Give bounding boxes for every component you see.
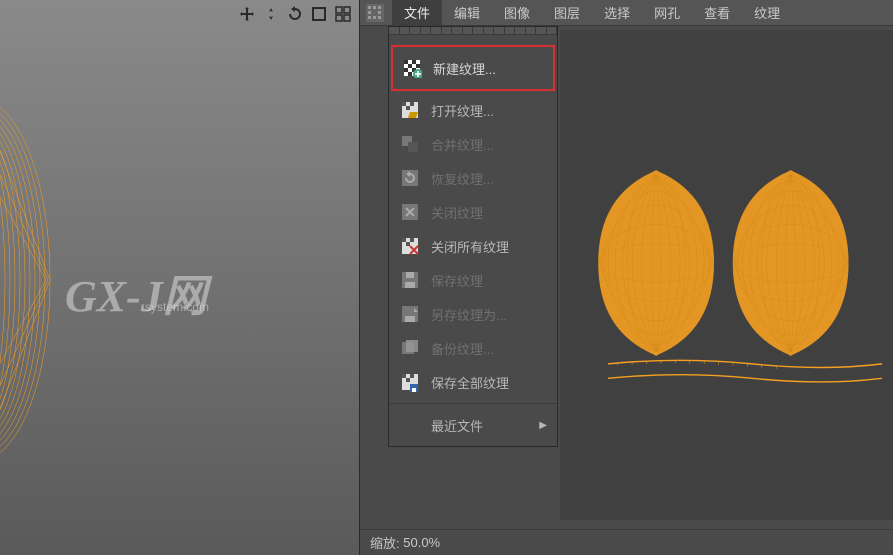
close-all-icon — [399, 235, 421, 257]
menu-item-label: 关闭纹理 — [431, 203, 483, 222]
file-dropdown-menu: 新建纹理... 打开纹理... 合并纹理... 恢复纹理... 关闭纹理关闭所有纹理保存… — [388, 26, 558, 447]
backup-texture-icon — [399, 337, 421, 359]
save-texture-icon — [399, 269, 421, 291]
menu-item-merge-texture: 合并纹理... — [389, 127, 557, 161]
save-all-icon — [399, 371, 421, 393]
left-viewport — [0, 0, 360, 555]
menu-item-label: 最近文件 — [431, 416, 483, 435]
menu-item-label: 保存纹理 — [431, 271, 483, 290]
panels-icon[interactable] — [333, 4, 353, 24]
menu-edit[interactable]: 编辑 — [442, 0, 492, 25]
uv-canvas[interactable] — [560, 30, 893, 520]
menu-layer[interactable]: 图层 — [542, 0, 592, 25]
menu-item-label: 另存纹理为... — [431, 305, 507, 324]
menu-item-save-all[interactable]: 保存全部纹理 — [389, 365, 557, 399]
zoom-label: 缩放: — [370, 533, 400, 552]
frame-icon[interactable] — [309, 4, 329, 24]
menu-item-save-texture: 保存纹理 — [389, 263, 557, 297]
menu-item-label: 新建纹理... — [433, 59, 496, 78]
menu-item-restore-texture: 恢复纹理... — [389, 161, 557, 195]
menu-item-label: 备份纹理... — [431, 339, 494, 358]
close-texture-icon — [399, 201, 421, 223]
restore-texture-icon — [399, 167, 421, 189]
menu-mesh[interactable]: 网孔 — [642, 0, 692, 25]
merge-texture-icon — [399, 133, 421, 155]
save-as-icon — [399, 303, 421, 325]
menu-item-close-texture: 关闭纹理 — [389, 195, 557, 229]
menu-item-label: 恢复纹理... — [431, 169, 494, 188]
menu-separator — [389, 403, 557, 404]
rotate-icon[interactable] — [285, 4, 305, 24]
viewport-uv-preview — [0, 80, 80, 500]
uv-mesh-display — [560, 30, 893, 520]
menu-grip-bar[interactable] — [389, 27, 557, 43]
menu-item-label: 打开纹理... — [431, 101, 494, 120]
menu-texture[interactable]: 纹理 — [742, 0, 792, 25]
menu-bar: 文件 编辑 图像 图层 选择 网孔 查看 纹理 — [360, 0, 893, 26]
zoom-icon[interactable] — [261, 4, 281, 24]
menu-item-label: 关闭所有纹理 — [431, 237, 509, 256]
menu-image[interactable]: 图像 — [492, 0, 542, 25]
menu-select[interactable]: 选择 — [592, 0, 642, 25]
uv-editor-panel: 文件 编辑 图像 图层 选择 网孔 查看 纹理 — [360, 0, 893, 555]
menu-item-save-as: 另存纹理为... — [389, 297, 557, 331]
submenu-arrow-icon: ▶ — [539, 420, 547, 431]
menu-item-recent-files[interactable]: 最近文件 ▶ — [389, 408, 557, 442]
menu-item-new-texture[interactable]: 新建纹理... — [391, 45, 555, 91]
new-texture-icon — [401, 57, 423, 79]
status-bar: 缩放: 50.0% — [360, 529, 893, 555]
menu-item-backup-texture: 备份纹理... — [389, 331, 557, 365]
menu-view[interactable]: 查看 — [692, 0, 742, 25]
menu-item-close-all[interactable]: 关闭所有纹理 — [389, 229, 557, 263]
open-texture-icon — [399, 99, 421, 121]
app-icon — [364, 2, 386, 24]
recent-files-icon — [399, 414, 421, 436]
menu-file[interactable]: 文件 — [392, 0, 442, 25]
menu-item-open-texture[interactable]: 打开纹理... — [389, 93, 557, 127]
zoom-value: 50.0% — [403, 535, 440, 550]
menu-item-label: 合并纹理... — [431, 135, 494, 154]
menu-item-label: 保存全部纹理 — [431, 373, 509, 392]
viewport-toolbar — [237, 4, 353, 24]
move-icon[interactable] — [237, 4, 257, 24]
